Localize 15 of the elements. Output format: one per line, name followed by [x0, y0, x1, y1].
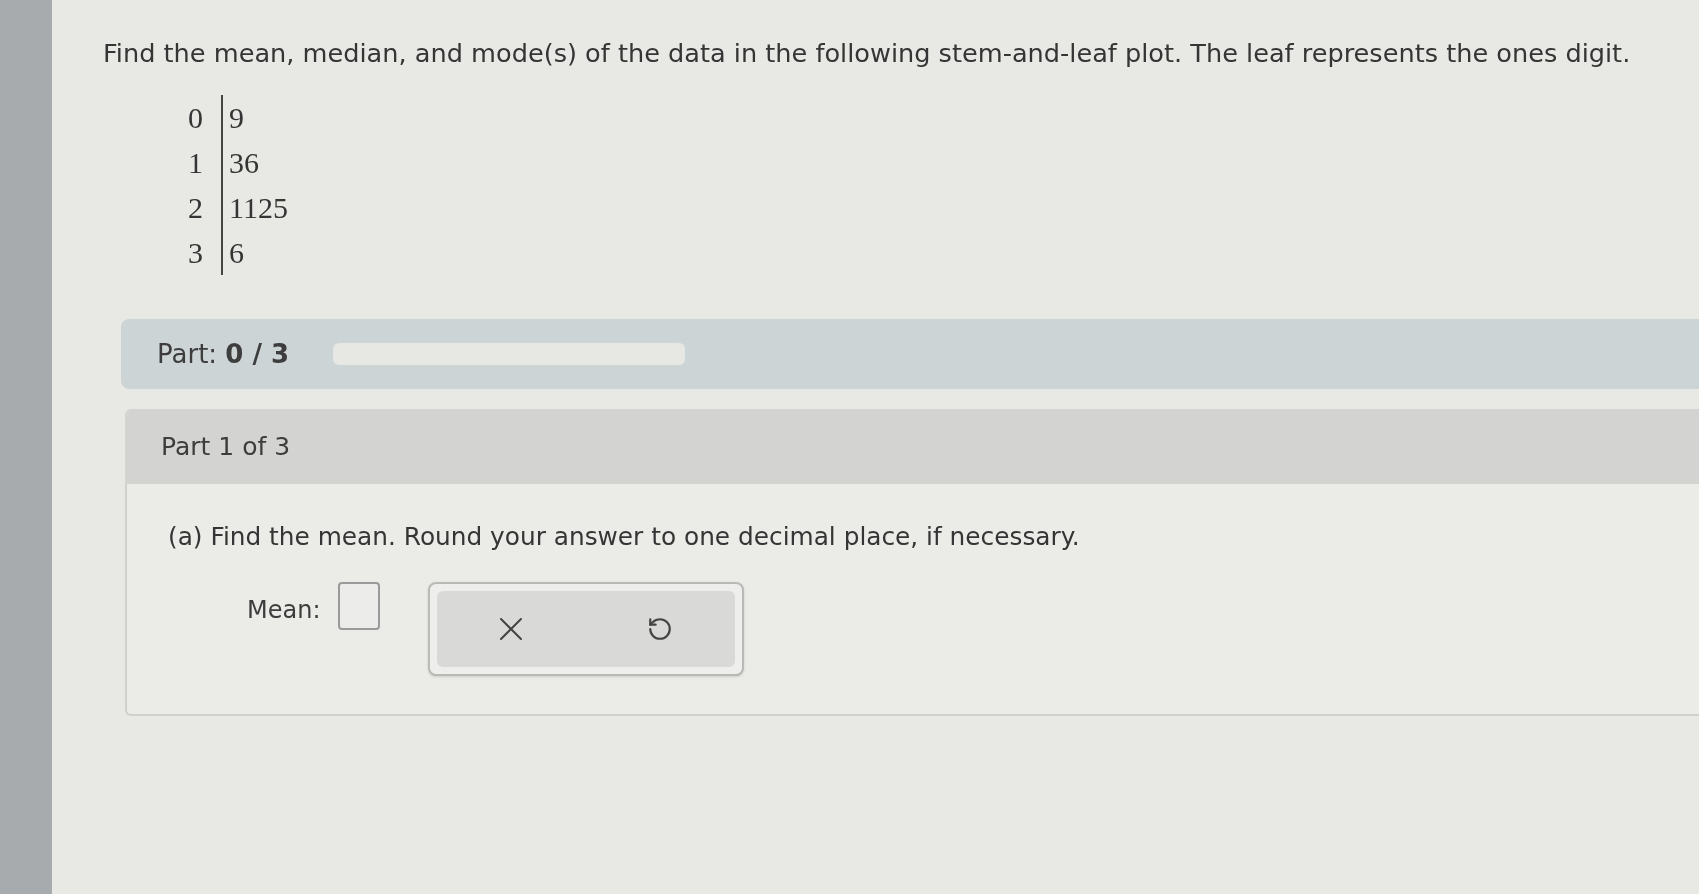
prompt-text: (a) Find the mean. Round your answer to one decimal place, if necessary. [168, 521, 1081, 553]
part-title: Part 1 of 3 [161, 430, 291, 463]
leaf-values: 9 [229, 100, 244, 136]
leaf-values: 6 [229, 235, 244, 271]
stem-value: 1 [188, 145, 203, 181]
leaf-values: 36 [229, 145, 259, 181]
leaf-values: 1125 [229, 190, 288, 226]
stem-value: 0 [188, 100, 203, 136]
progress-label: Part: 0 / 3 [157, 337, 290, 371]
stem-value: 3 [188, 235, 203, 271]
mean-label: Mean: [247, 595, 321, 626]
close-icon [499, 617, 524, 641]
question-text: Find the mean, median, and mode(s) of the data in the following stem-and-leaf plot. The leaf represents the ones digit. [103, 37, 1632, 69]
stem-value: 2 [188, 190, 203, 226]
undo-icon [647, 616, 674, 642]
